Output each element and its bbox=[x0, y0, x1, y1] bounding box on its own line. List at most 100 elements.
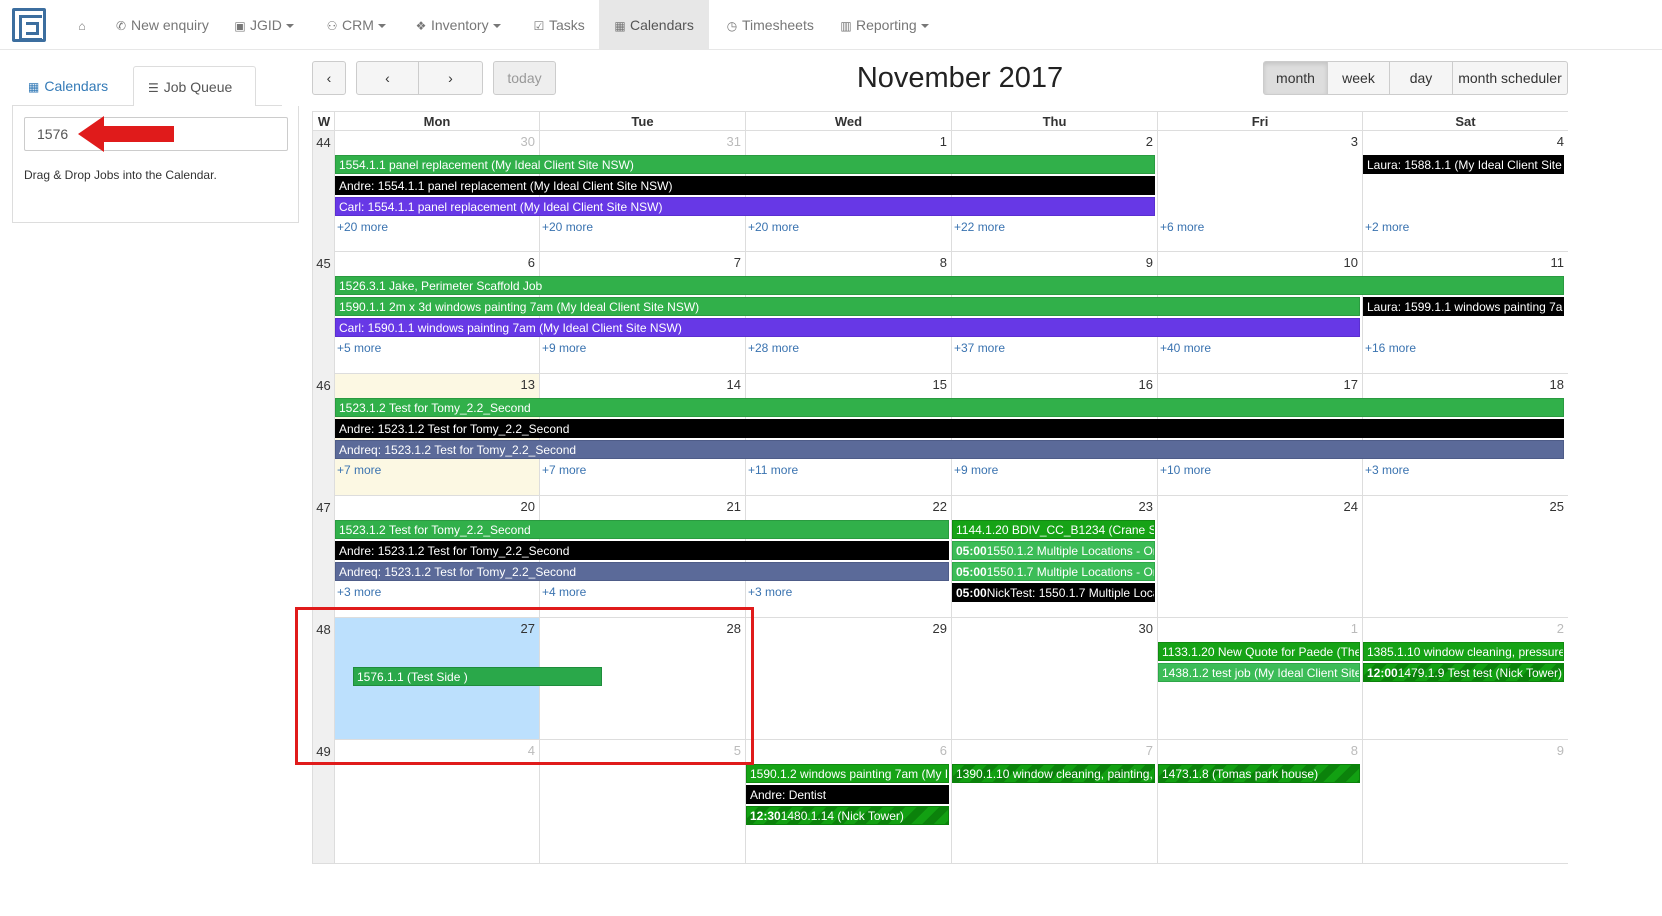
nav-calendars[interactable]: ▦ Calendars bbox=[599, 0, 709, 50]
calendar-event[interactable]: 1438.1.2 test job (My Ideal Client Site) bbox=[1158, 663, 1360, 682]
day-cell[interactable]: 29 bbox=[745, 618, 951, 740]
more-events-link[interactable]: +5 more bbox=[337, 341, 381, 355]
calendar-event[interactable]: Carl: 1590.1.1 windows painting 7am (My … bbox=[335, 318, 1360, 337]
day-number[interactable]: 16 bbox=[1139, 377, 1153, 392]
day-number[interactable]: 8 bbox=[940, 255, 947, 270]
day-cell[interactable]: 24 bbox=[1157, 496, 1362, 618]
day-number[interactable]: 28 bbox=[727, 621, 741, 636]
day-number[interactable]: 29 bbox=[933, 621, 947, 636]
day-number[interactable]: 7 bbox=[1146, 743, 1153, 758]
nav-tasks[interactable]: ☑ Tasks bbox=[518, 0, 599, 50]
day-number[interactable]: 6 bbox=[940, 743, 947, 758]
day-number[interactable]: 15 bbox=[933, 377, 947, 392]
calendar-event[interactable]: 1473.1.8 (Tomas park house) bbox=[1158, 764, 1360, 783]
calendar-event[interactable]: Andre: 1523.1.2 Test for Tomy_2.2_Second bbox=[335, 541, 949, 560]
view-month-button[interactable]: month bbox=[1263, 61, 1328, 95]
day-number[interactable]: 2 bbox=[1557, 621, 1564, 636]
more-events-link[interactable]: +28 more bbox=[748, 341, 799, 355]
day-cell[interactable]: 7 bbox=[951, 740, 1157, 864]
day-cell[interactable]: 5 bbox=[539, 740, 745, 864]
view-day-button[interactable]: day bbox=[1389, 61, 1453, 95]
view-month-scheduler-button[interactable]: month scheduler bbox=[1452, 61, 1568, 95]
day-number[interactable]: 7 bbox=[734, 255, 741, 270]
calendar-event[interactable]: 1144.1.20 BDIV_CC_B1234 (Crane Site) bbox=[952, 520, 1155, 539]
day-number[interactable]: 10 bbox=[1344, 255, 1358, 270]
more-events-link[interactable]: +20 more bbox=[337, 220, 388, 234]
calendar-event[interactable]: 1133.1.20 New Quote for Paede (The F bbox=[1158, 642, 1360, 661]
calendar-event[interactable]: 1590.1.1 2m x 3d windows painting 7am (M… bbox=[335, 297, 1360, 316]
more-events-link[interactable]: +20 more bbox=[748, 220, 799, 234]
more-events-link[interactable]: +37 more bbox=[954, 341, 1005, 355]
more-events-link[interactable]: +2 more bbox=[1365, 220, 1409, 234]
day-number[interactable]: 11 bbox=[1551, 255, 1565, 270]
tab-calendars[interactable]: ▦ Calendars bbox=[14, 66, 122, 107]
calendar-event[interactable]: 1554.1.1 panel replacement (My Ideal Cli… bbox=[335, 155, 1155, 174]
day-cell[interactable]: 30 bbox=[951, 618, 1157, 740]
more-events-link[interactable]: +3 more bbox=[748, 585, 792, 599]
day-cell[interactable]: 9 bbox=[1362, 740, 1568, 864]
day-number[interactable]: 27 bbox=[521, 621, 535, 636]
calendar-event[interactable]: 1523.1.2 Test for Tomy_2.2_Second bbox=[335, 398, 1564, 417]
day-number[interactable]: 5 bbox=[734, 743, 741, 758]
day-number[interactable]: 24 bbox=[1344, 499, 1358, 514]
more-events-link[interactable]: +20 more bbox=[542, 220, 593, 234]
day-cell[interactable]: 8 bbox=[1157, 740, 1362, 864]
calendar-event[interactable]: Carl: 1554.1.1 panel replacement (My Ide… bbox=[335, 197, 1155, 216]
more-events-link[interactable]: +7 more bbox=[542, 463, 586, 477]
day-number[interactable]: 2 bbox=[1146, 134, 1153, 149]
nav-timesheets[interactable]: ◷ Timesheets bbox=[711, 0, 828, 50]
calendar-event[interactable]: 1523.1.2 Test for Tomy_2.2_Second bbox=[335, 520, 949, 539]
nav-inventory[interactable]: ❖ Inventory bbox=[400, 0, 515, 50]
calendar-event[interactable]: 12:301480.1.14 (Nick Tower) bbox=[746, 806, 949, 825]
calendar-event[interactable]: Andre: 1554.1.1 panel replacement (My Id… bbox=[335, 176, 1155, 195]
view-week-button[interactable]: week bbox=[1327, 61, 1390, 95]
calendar-event[interactable]: Andreq: 1523.1.2 Test for Tomy_2.2_Secon… bbox=[335, 562, 949, 581]
more-events-link[interactable]: +9 more bbox=[954, 463, 998, 477]
day-number[interactable]: 22 bbox=[933, 499, 947, 514]
day-number[interactable]: 31 bbox=[727, 134, 741, 149]
calendar-event[interactable]: 1390.1.10 window cleaning, painting, and bbox=[952, 764, 1155, 783]
calendar-event[interactable]: Andreq: 1523.1.2 Test for Tomy_2.2_Secon… bbox=[335, 440, 1564, 459]
day-number[interactable]: 9 bbox=[1557, 743, 1564, 758]
day-number[interactable]: 25 bbox=[1550, 499, 1564, 514]
more-events-link[interactable]: +10 more bbox=[1160, 463, 1211, 477]
app-logo-icon[interactable] bbox=[12, 8, 46, 42]
day-number[interactable]: 21 bbox=[727, 499, 741, 514]
calendar-event[interactable]: 1385.1.10 window cleaning, pressure w bbox=[1363, 642, 1564, 661]
day-number[interactable]: 20 bbox=[521, 499, 535, 514]
day-number[interactable]: 9 bbox=[1146, 255, 1153, 270]
day-number[interactable]: 14 bbox=[727, 377, 741, 392]
calendar-event[interactable]: 05:001550.1.7 Multiple Locations - One bbox=[952, 562, 1155, 581]
day-number[interactable]: 4 bbox=[528, 743, 535, 758]
day-number[interactable]: 17 bbox=[1344, 377, 1358, 392]
more-events-link[interactable]: +22 more bbox=[954, 220, 1005, 234]
day-cell[interactable]: 4 bbox=[334, 740, 539, 864]
calendar-event[interactable]: Laura: 1588.1.1 (My Ideal Client Site NS… bbox=[1363, 155, 1564, 174]
more-events-link[interactable]: +6 more bbox=[1160, 220, 1204, 234]
calendar-event[interactable]: Andre: 1523.1.2 Test for Tomy_2.2_Second bbox=[335, 419, 1564, 438]
nav-jgid[interactable]: ▣ JGID bbox=[219, 0, 308, 50]
more-events-link[interactable]: +9 more bbox=[542, 341, 586, 355]
calendar-event[interactable]: 05:001550.1.2 Multiple Locations - One bbox=[952, 541, 1155, 560]
calendar-event[interactable]: 1526.3.1 Jake, Perimeter Scaffold Job bbox=[335, 276, 1564, 295]
tab-job-queue[interactable]: ☰ Job Queue bbox=[133, 66, 256, 107]
nav-reporting[interactable]: ▥ Reporting bbox=[825, 0, 943, 50]
day-number[interactable]: 23 bbox=[1139, 499, 1153, 514]
nav-new-enquiry[interactable]: ✆ New enquiry bbox=[100, 0, 223, 50]
day-number[interactable]: 8 bbox=[1351, 743, 1358, 758]
more-events-link[interactable]: +4 more bbox=[542, 585, 586, 599]
day-number[interactable]: 13 bbox=[521, 377, 535, 392]
more-events-link[interactable]: +11 more bbox=[748, 463, 798, 477]
calendar-event[interactable]: Laura: 1599.1.1 windows painting 7am (My… bbox=[1363, 297, 1564, 316]
day-number[interactable]: 30 bbox=[521, 134, 535, 149]
prev-year-button[interactable]: ‹ bbox=[312, 61, 346, 95]
more-events-link[interactable]: +3 more bbox=[1365, 463, 1409, 477]
next-month-button[interactable]: › bbox=[418, 61, 483, 95]
calendar-event[interactable]: Andre: Dentist bbox=[746, 785, 949, 804]
today-button[interactable]: today bbox=[493, 61, 556, 95]
day-number[interactable]: 3 bbox=[1351, 134, 1358, 149]
day-number[interactable]: 1 bbox=[1351, 621, 1358, 636]
day-cell[interactable]: 25 bbox=[1362, 496, 1568, 618]
day-number[interactable]: 18 bbox=[1550, 377, 1564, 392]
prev-month-button[interactable]: ‹ bbox=[356, 61, 419, 95]
